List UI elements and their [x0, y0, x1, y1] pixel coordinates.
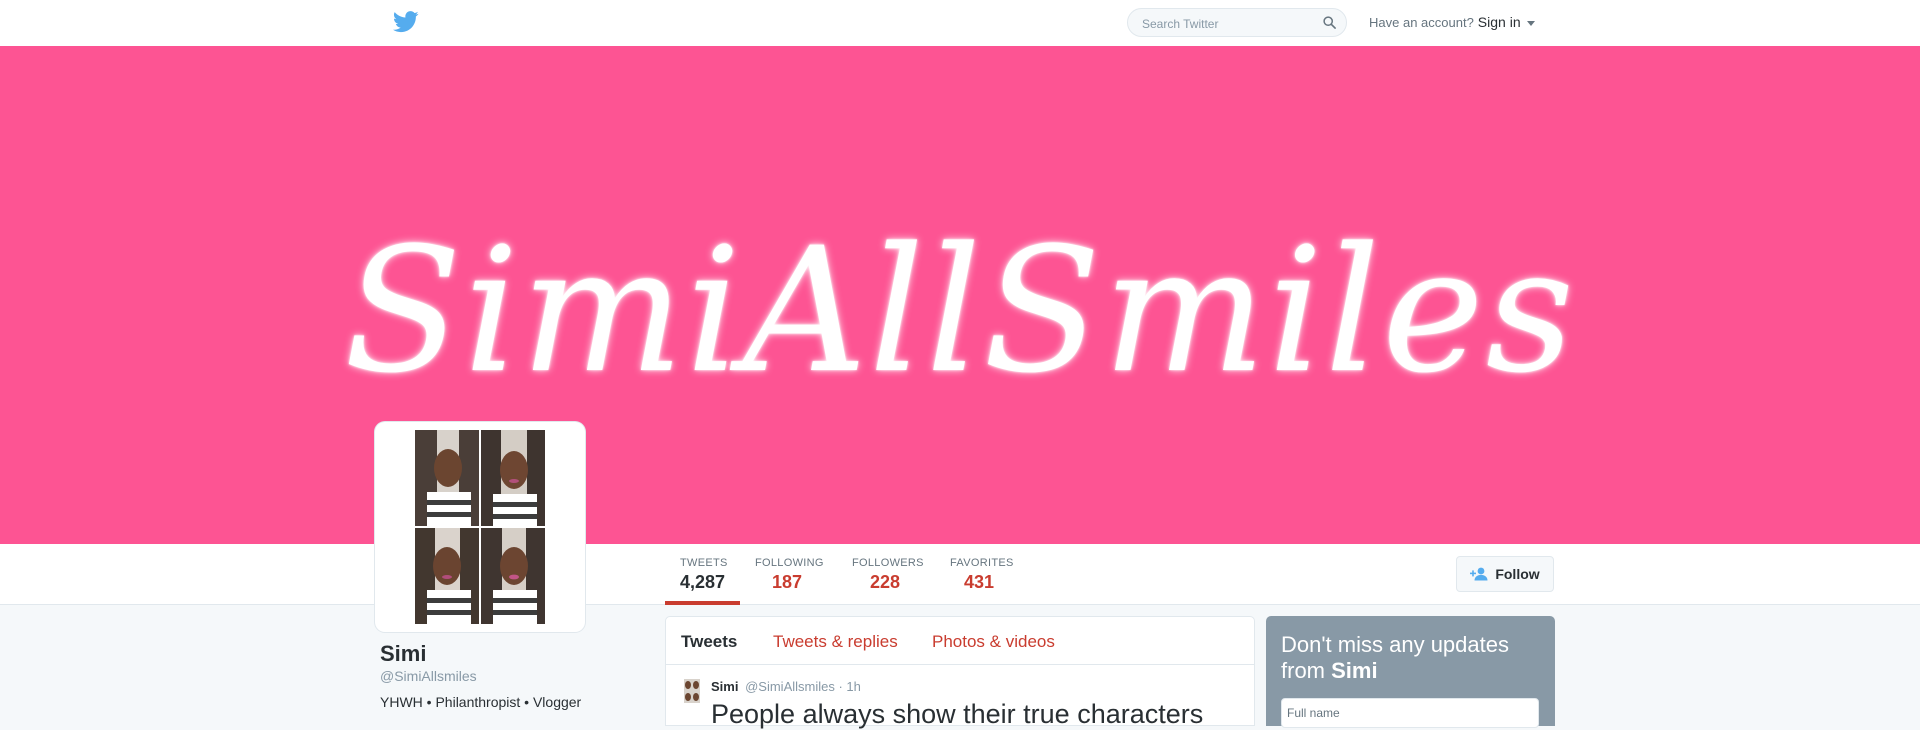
signin-link[interactable]: Sign in: [1478, 14, 1521, 30]
signup-heading-name: Simi: [1331, 658, 1378, 683]
search-icon[interactable]: [1323, 16, 1336, 29]
chevron-down-icon[interactable]: [1526, 21, 1535, 27]
tweet-header: Simi @SimiAllsmiles · 1h: [711, 679, 861, 694]
account-menu[interactable]: Have an account? Sign in: [1369, 14, 1535, 30]
search-box[interactable]: [1127, 8, 1347, 37]
stat-followers[interactable]: FOLLOWERS 228: [852, 557, 924, 593]
profile-handle[interactable]: @SimiAllsmiles: [380, 668, 477, 684]
follow-button[interactable]: Follow: [1456, 556, 1554, 592]
stat-label: FOLLOWERS: [852, 557, 924, 569]
tweet-text: People always show their true characters: [711, 699, 1204, 729]
active-stat-indicator: [665, 601, 740, 605]
banner-script-text: SimiAllSmiles: [343, 209, 1577, 411]
avatar-photo-grid: [415, 430, 545, 624]
search-input[interactable]: [1140, 14, 1324, 34]
stat-label: TWEETS: [680, 557, 728, 569]
add-user-icon: [1470, 567, 1488, 581]
avatar-photo: [415, 430, 479, 526]
stat-following[interactable]: FOLLOWING 187: [755, 557, 824, 593]
tweet-avatar[interactable]: [684, 679, 700, 703]
stat-tweets[interactable]: TWEETS 4,287: [680, 557, 728, 593]
profile-avatar[interactable]: [375, 422, 585, 632]
signup-heading: Don't miss any updates from Simi: [1281, 632, 1541, 684]
account-prompt: Have an account?: [1369, 15, 1474, 30]
top-navigation-bar: Have an account? Sign in: [0, 0, 1920, 47]
tweets-timeline: Tweets Tweets & replies Photos & videos …: [665, 616, 1255, 729]
stat-value: 4,287: [680, 572, 726, 592]
stat-label: FOLLOWING: [755, 557, 824, 569]
tweet-time[interactable]: · 1h: [838, 679, 860, 694]
avatar-photo: [481, 528, 545, 624]
signup-heading-prefix: Don't miss any updates from: [1281, 632, 1509, 683]
stat-value: 228: [870, 572, 901, 592]
tweet-author[interactable]: Simi: [711, 679, 738, 694]
stat-value: 187: [772, 572, 803, 592]
tab-tweets-and-replies[interactable]: Tweets & replies: [773, 632, 898, 652]
stat-favorites[interactable]: FAVORITES 431: [950, 557, 1014, 593]
tab-tweets[interactable]: Tweets: [681, 632, 737, 652]
avatar-photo: [415, 528, 479, 624]
profile-nav-bar: TWEETS 4,287 FOLLOWING 187 FOLLOWERS 228…: [0, 544, 1920, 605]
follow-label: Follow: [1495, 566, 1540, 582]
profile-name[interactable]: Simi: [380, 641, 426, 667]
twitter-bird-icon[interactable]: [393, 11, 419, 33]
signup-module: Don't miss any updates from Simi: [1266, 616, 1555, 728]
fullname-input[interactable]: [1281, 698, 1539, 728]
stat-label: FAVORITES: [950, 557, 1014, 569]
stat-value: 431: [964, 572, 995, 592]
tab-photos-and-videos[interactable]: Photos & videos: [932, 632, 1055, 652]
timeline-tabs: Tweets Tweets & replies Photos & videos: [666, 617, 1254, 665]
profile-bio: YHWH • Philanthropist • Vlogger: [380, 694, 582, 710]
tweet-handle[interactable]: @SimiAllsmiles: [745, 679, 835, 694]
profile-banner: SimiAllSmiles: [0, 46, 1920, 544]
avatar-photo: [481, 430, 545, 526]
